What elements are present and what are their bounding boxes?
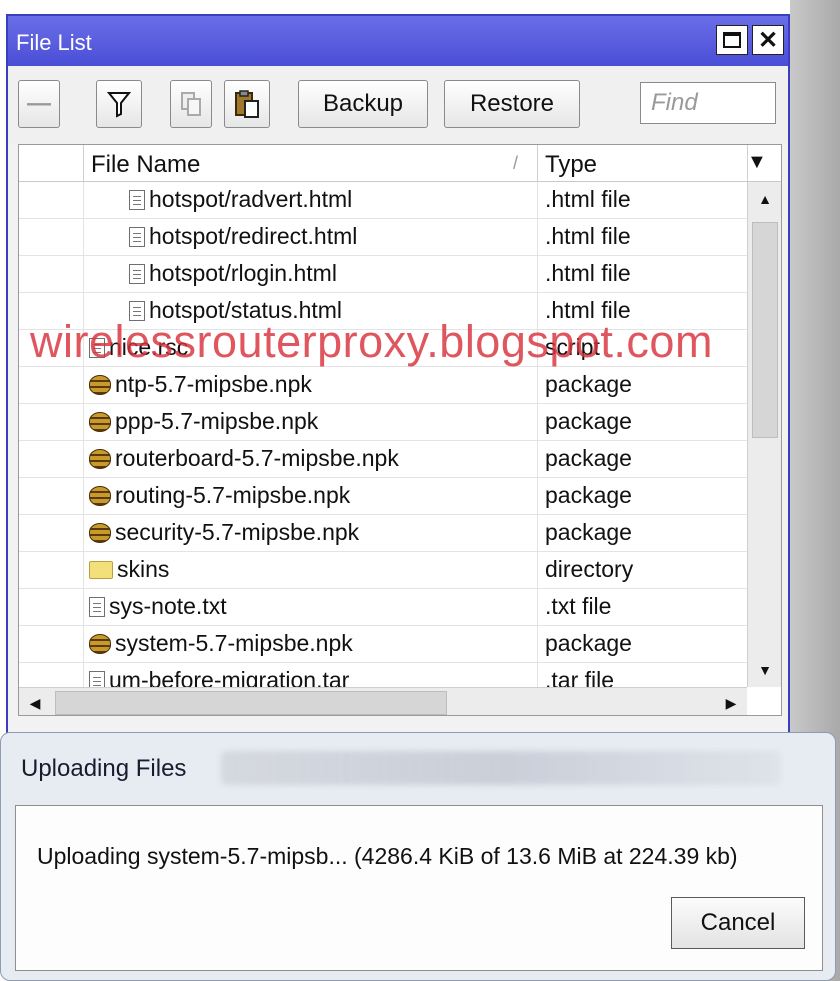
remove-button[interactable]: — bbox=[18, 80, 60, 128]
file-type-cell: .txt file bbox=[545, 593, 612, 619]
sort-indicator: / bbox=[513, 153, 519, 173]
table-row[interactable]: routing-5.7-mipsbe.npk package bbox=[19, 478, 747, 515]
package-icon bbox=[89, 522, 111, 543]
file-type-cell: package bbox=[545, 630, 632, 656]
table-row[interactable]: ntp-5.7-mipsbe.npk package bbox=[19, 367, 747, 404]
file-name-text: hotspot/radvert.html bbox=[149, 186, 353, 212]
vertical-scroll-thumb[interactable] bbox=[752, 222, 778, 438]
file-icon bbox=[129, 263, 145, 284]
file-table: File Name / Type ▼ hotspot/radvert.html.… bbox=[18, 144, 782, 716]
file-name-cell: ntp-5.7-mipsbe.npk bbox=[89, 371, 312, 398]
filter-icon bbox=[107, 92, 131, 118]
table-row[interactable]: sys-note.txt .txt file bbox=[19, 589, 747, 626]
file-icon bbox=[89, 596, 105, 617]
close-icon: ✕ bbox=[757, 26, 779, 54]
file-icon bbox=[129, 226, 145, 247]
filter-button[interactable] bbox=[96, 80, 142, 128]
copy-icon bbox=[181, 92, 201, 116]
upload-progress-message: Uploading system-5.7-mipsb... (4286.4 Ki… bbox=[37, 843, 738, 869]
package-icon bbox=[89, 374, 111, 395]
backup-button[interactable]: Backup bbox=[298, 80, 428, 128]
file-list-window: File List ✕ — Backup Restore Find File N… bbox=[6, 14, 790, 754]
watermark-text: wirelessrouterproxy.blogspot.com bbox=[30, 316, 713, 367]
title-bar[interactable]: File List ✕ bbox=[8, 16, 788, 66]
table-row[interactable]: hotspot/rlogin.html .html file bbox=[19, 256, 747, 293]
table-row[interactable]: skins directory bbox=[19, 552, 747, 589]
file-type-cell: package bbox=[545, 519, 632, 545]
paste-icon bbox=[235, 90, 259, 118]
package-icon bbox=[89, 448, 111, 469]
folder-icon bbox=[89, 560, 113, 579]
file-name-cell: hotspot/rlogin.html bbox=[129, 260, 337, 287]
column-header-file-name[interactable]: File Name bbox=[91, 151, 200, 179]
file-type-cell: package bbox=[545, 408, 632, 434]
paste-button[interactable] bbox=[224, 80, 270, 128]
file-type-cell: package bbox=[545, 371, 632, 397]
maximize-icon bbox=[723, 32, 741, 48]
file-name-text: system-5.7-mipsbe.npk bbox=[115, 630, 353, 656]
cancel-button[interactable]: Cancel bbox=[671, 897, 805, 949]
horizontal-scroll-thumb[interactable] bbox=[55, 691, 447, 715]
file-name-cell: hotspot/radvert.html bbox=[129, 186, 352, 213]
table-body: hotspot/radvert.html .html file hotspot/re… bbox=[19, 182, 747, 700]
file-type-cell: package bbox=[545, 445, 632, 471]
file-type-cell: .html file bbox=[545, 186, 631, 212]
toolbar: — Backup Restore Find bbox=[8, 66, 788, 144]
column-menu-icon[interactable]: ▼ bbox=[747, 151, 767, 174]
window-title: File List bbox=[16, 30, 92, 55]
column-header-type[interactable]: Type bbox=[545, 151, 597, 179]
file-type-cell: .html file bbox=[545, 223, 631, 249]
package-icon bbox=[89, 485, 111, 506]
minus-icon: — bbox=[27, 90, 51, 117]
file-name-text: ppp-5.7-mipsbe.npk bbox=[115, 408, 319, 434]
restore-button[interactable]: Restore bbox=[444, 80, 580, 128]
horizontal-scrollbar[interactable]: ◀ ▶ bbox=[19, 687, 747, 715]
file-icon bbox=[129, 189, 145, 210]
upload-dialog: Uploading Files Uploading system-5.7-mip… bbox=[0, 732, 836, 981]
file-name-cell: routerboard-5.7-mipsbe.npk bbox=[89, 445, 399, 472]
file-name-text: skins bbox=[117, 556, 170, 582]
file-name-text: ntp-5.7-mipsbe.npk bbox=[115, 371, 312, 397]
package-icon bbox=[89, 633, 111, 654]
file-name-cell: ppp-5.7-mipsbe.npk bbox=[89, 408, 318, 435]
file-name-text: routerboard-5.7-mipsbe.npk bbox=[115, 445, 399, 471]
dialog-title: Uploading Files bbox=[21, 755, 187, 782]
scroll-left-icon[interactable]: ◀ bbox=[19, 688, 51, 715]
file-name-cell: system-5.7-mipsbe.npk bbox=[89, 630, 353, 657]
package-icon bbox=[89, 411, 111, 432]
find-input[interactable]: Find bbox=[640, 82, 776, 124]
maximize-button[interactable] bbox=[716, 25, 748, 55]
table-header: File Name / Type ▼ bbox=[19, 145, 781, 182]
vertical-scrollbar[interactable]: ▲ ▼ bbox=[747, 182, 781, 687]
file-name-text: sys-note.txt bbox=[109, 593, 227, 619]
table-row[interactable]: system-5.7-mipsbe.npk package bbox=[19, 626, 747, 663]
scroll-right-icon[interactable]: ▶ bbox=[715, 688, 747, 715]
file-name-text: security-5.7-mipsbe.npk bbox=[115, 519, 360, 545]
file-name-text: routing-5.7-mipsbe.npk bbox=[115, 482, 351, 508]
file-type-cell: package bbox=[545, 482, 632, 508]
table-row[interactable]: ppp-5.7-mipsbe.npk package bbox=[19, 404, 747, 441]
file-name-text: hotspot/rlogin.html bbox=[149, 260, 337, 286]
file-name-cell: security-5.7-mipsbe.npk bbox=[89, 519, 359, 546]
table-row[interactable]: security-5.7-mipsbe.npk package bbox=[19, 515, 747, 552]
close-button[interactable]: ✕ bbox=[752, 25, 784, 55]
copy-button[interactable] bbox=[170, 80, 212, 128]
file-type-cell: .html file bbox=[545, 260, 631, 286]
table-row[interactable]: routerboard-5.7-mipsbe.npk package bbox=[19, 441, 747, 478]
table-row[interactable]: hotspot/radvert.html .html file bbox=[19, 182, 747, 219]
blurred-background-text bbox=[221, 751, 781, 785]
file-name-text: hotspot/redirect.html bbox=[149, 223, 358, 249]
table-row[interactable]: hotspot/redirect.html .html file bbox=[19, 219, 747, 256]
file-name-cell: routing-5.7-mipsbe.npk bbox=[89, 482, 350, 509]
file-name-cell: sys-note.txt bbox=[89, 593, 227, 620]
scroll-up-icon[interactable]: ▲ bbox=[748, 182, 781, 216]
file-name-cell: skins bbox=[89, 556, 169, 583]
file-type-cell: directory bbox=[545, 556, 634, 582]
file-name-cell: hotspot/redirect.html bbox=[129, 223, 357, 250]
scroll-down-icon[interactable]: ▼ bbox=[748, 653, 781, 687]
